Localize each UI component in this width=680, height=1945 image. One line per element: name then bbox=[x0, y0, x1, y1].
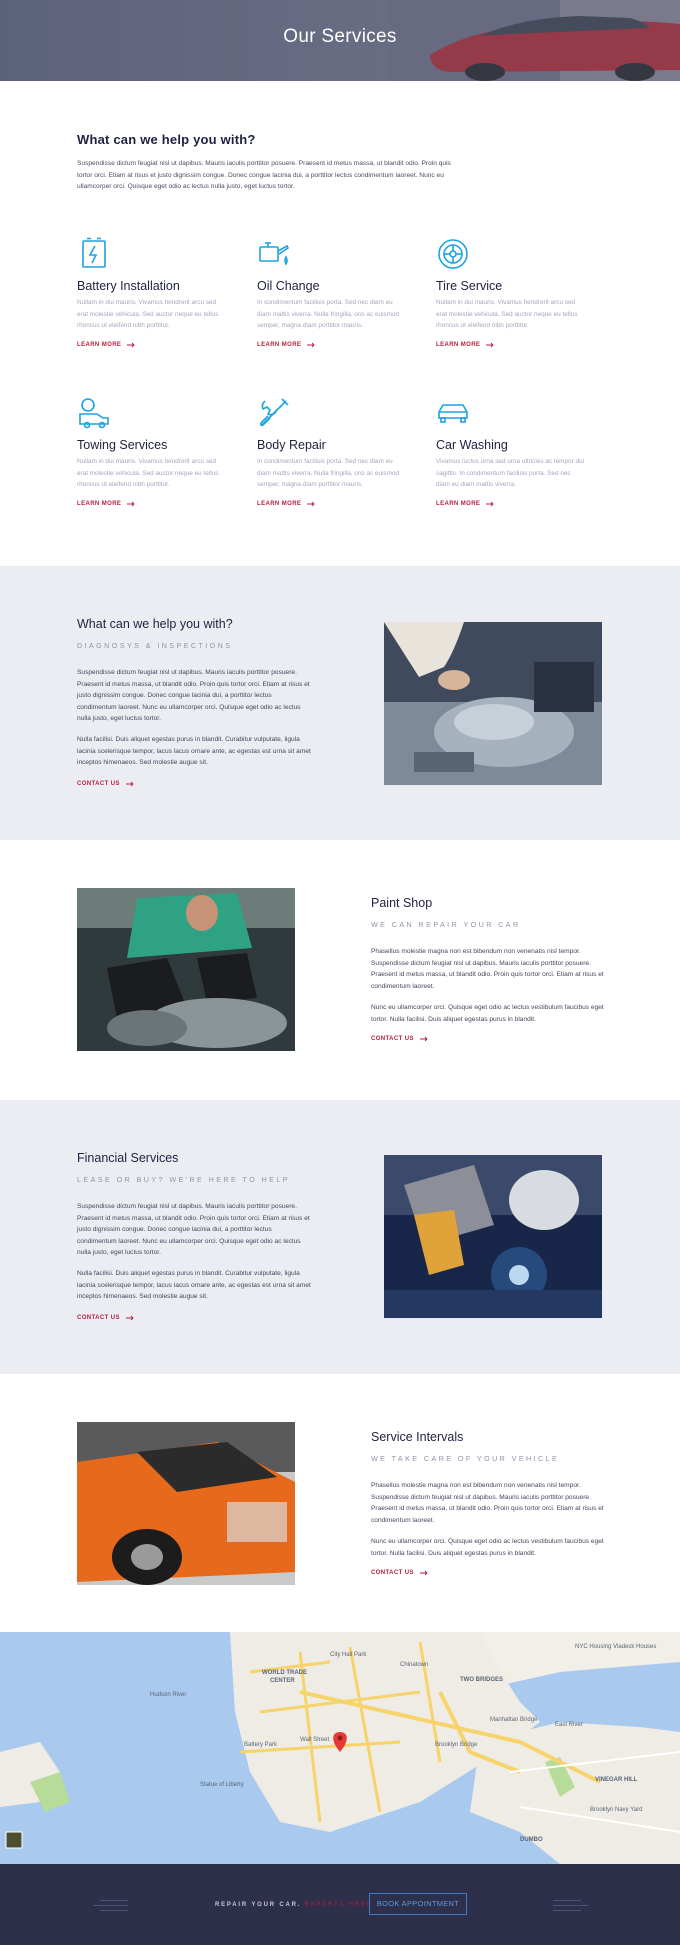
feature-subtitle: DIAGNOSYS & INSPECTIONS bbox=[77, 641, 233, 650]
footer-divider bbox=[93, 1905, 128, 1906]
arrow-right-icon bbox=[419, 1036, 428, 1042]
map-label: VINEGAR HILL bbox=[595, 1777, 638, 1783]
service-text: In condimentum facilisis porta. Sed nec … bbox=[257, 458, 400, 488]
oil-can-icon bbox=[259, 242, 290, 266]
feature-text: Suspendisse dictum feugiat nisl ut dapib… bbox=[77, 1203, 310, 1256]
map-label: Manhattan Bridge bbox=[490, 1717, 538, 1723]
feature-title: Paint Shop bbox=[371, 896, 433, 910]
feature-title: What can we help you with? bbox=[77, 617, 233, 631]
contact-us-link[interactable]: CONTACT US bbox=[77, 1315, 134, 1321]
footer-divider bbox=[553, 1900, 581, 1901]
engine-inspection-photo bbox=[384, 622, 602, 785]
map-label: TWO BRIDGES bbox=[460, 1677, 503, 1683]
footer-divider bbox=[100, 1900, 128, 1901]
footer-divider bbox=[553, 1905, 588, 1906]
service-text: Nullam in dui mauris. Vivamus hendrerit … bbox=[77, 299, 219, 329]
footer: REPAIR YOUR CAR. EXPERTS HERE BOOK APPOI… bbox=[0, 1864, 680, 1945]
arrow-right-icon bbox=[486, 501, 494, 506]
map-label: Statue of Liberty bbox=[200, 1782, 244, 1788]
feature-text: Nunc eu ullamcorper orci. Quisque eget o… bbox=[371, 1538, 604, 1557]
tow-truck-icon bbox=[79, 398, 109, 429]
feature-text: Nulla facilisi. Duis aliquet egestas pur… bbox=[77, 1270, 311, 1300]
contact-us-link[interactable]: CONTACT US bbox=[371, 1570, 428, 1576]
service-text: Nullam in dui mauris. Vivamus hendrerit … bbox=[77, 458, 219, 488]
footer-divider bbox=[100, 1910, 128, 1911]
arrow-right-icon bbox=[125, 1315, 134, 1321]
map-label: Hudson River bbox=[150, 1692, 187, 1698]
feature-title: Financial Services bbox=[77, 1151, 179, 1165]
feature-text: Nunc eu ullamcorper orci. Quisque eget o… bbox=[371, 1004, 604, 1023]
wrench-icon bbox=[259, 398, 289, 427]
map-label: NYC Housing Vladeck Houses bbox=[575, 1644, 657, 1650]
arrow-right-icon bbox=[125, 781, 134, 787]
feature-subtitle: LEASE OR BUY? WE'RE HERE TO HELP bbox=[77, 1175, 290, 1184]
service-card-body-repair: Body Repair In condimentum facilisis por… bbox=[257, 396, 417, 507]
tire-icon bbox=[438, 239, 468, 269]
location-map[interactable]: WORLD TRADE CENTER TWO BRIDGES DUMBO VIN… bbox=[0, 1632, 680, 1864]
map-label: Wall Street bbox=[300, 1737, 330, 1743]
map-label: City Hall Park bbox=[330, 1652, 367, 1658]
service-text: In condimentum facilisis porta. Sed nec … bbox=[257, 299, 400, 329]
map-label: DUMBO bbox=[520, 1837, 543, 1843]
service-text: Nullam in dui mauris. Vivamus hendrerit … bbox=[436, 299, 578, 329]
book-appointment-button[interactable]: BOOK APPOINTMENT bbox=[369, 1893, 467, 1915]
service-card-towing: Towing Services Nullam in dui mauris. Vi… bbox=[77, 396, 237, 507]
arrow-right-icon bbox=[486, 342, 494, 347]
orange-car-photo bbox=[77, 1422, 295, 1585]
car-icon bbox=[438, 404, 468, 423]
service-title: Tire Service bbox=[436, 279, 503, 293]
map-label: Brooklyn Bridge bbox=[435, 1742, 478, 1748]
mechanic-photo bbox=[77, 888, 295, 1051]
feature-text: Nulla facilisi. Duis aliquet egestas pur… bbox=[77, 736, 311, 766]
service-card-oil: Oil Change In condimentum facilisis port… bbox=[257, 237, 417, 348]
service-title: Body Repair bbox=[257, 438, 326, 452]
page-title: Our Services bbox=[283, 26, 397, 47]
feature-text: Phasellus molestie magna non est bibendu… bbox=[371, 948, 604, 990]
map-label: Chinatown bbox=[400, 1662, 429, 1668]
learn-more-link[interactable]: LEARN MORE bbox=[77, 342, 237, 348]
service-title: Towing Services bbox=[77, 438, 168, 452]
arrow-right-icon bbox=[127, 342, 135, 347]
hero-banner: Our Services bbox=[0, 0, 680, 81]
contact-us-link[interactable]: CONTACT US bbox=[371, 1036, 428, 1042]
map-label: East River bbox=[555, 1722, 583, 1728]
service-title: Oil Change bbox=[257, 279, 320, 293]
feature-title: Service Intervals bbox=[371, 1430, 464, 1444]
learn-more-link[interactable]: LEARN MORE bbox=[257, 501, 417, 507]
service-title: Car Washing bbox=[436, 438, 508, 452]
footer-tagline: REPAIR YOUR CAR. EXPERTS HERE bbox=[215, 1902, 373, 1908]
feature-subtitle: WE TAKE CARE OF YOUR VEHICLE bbox=[371, 1454, 560, 1463]
arrow-right-icon bbox=[127, 501, 135, 506]
service-text: Vivamus luctus urna sed urna ultricies a… bbox=[436, 458, 585, 488]
intro-text: Suspendisse dictum feugiat nisl ut dapib… bbox=[77, 160, 451, 190]
battery-icon bbox=[82, 237, 106, 268]
feature-text: Suspendisse dictum feugiat nisl ut dapib… bbox=[77, 669, 310, 722]
service-card-battery: Battery Installation Nullam in dui mauri… bbox=[77, 237, 237, 348]
footer-highlight: EXPERTS HERE bbox=[304, 1902, 373, 1908]
arrow-right-icon bbox=[307, 342, 315, 347]
service-card-tire: Tire Service Nullam in dui mauris. Vivam… bbox=[436, 237, 596, 348]
contact-us-link[interactable]: CONTACT US bbox=[77, 781, 134, 787]
footer-divider bbox=[553, 1910, 581, 1911]
learn-more-link[interactable]: LEARN MORE bbox=[77, 501, 237, 507]
learn-more-link[interactable]: LEARN MORE bbox=[436, 342, 596, 348]
map-label: Brooklyn Navy Yard bbox=[590, 1807, 643, 1813]
intro-heading: What can we help you with? bbox=[77, 132, 256, 147]
map-label: CENTER bbox=[270, 1678, 295, 1684]
map-label: WORLD TRADE bbox=[262, 1670, 307, 1676]
feature-subtitle: WE CAN REPAIR YOUR CAR bbox=[371, 920, 521, 929]
map-label: Battery Park bbox=[244, 1742, 278, 1748]
service-title: Battery Installation bbox=[77, 279, 180, 293]
welding-photo bbox=[384, 1155, 602, 1318]
service-card-car-washing: Car Washing Vivamus luctus urna sed urna… bbox=[436, 396, 596, 507]
arrow-right-icon bbox=[307, 501, 315, 506]
feature-text: Phasellus molestie magna non est bibendu… bbox=[371, 1482, 604, 1524]
learn-more-link[interactable]: LEARN MORE bbox=[436, 501, 596, 507]
learn-more-link[interactable]: LEARN MORE bbox=[257, 342, 417, 348]
arrow-right-icon bbox=[419, 1570, 428, 1576]
